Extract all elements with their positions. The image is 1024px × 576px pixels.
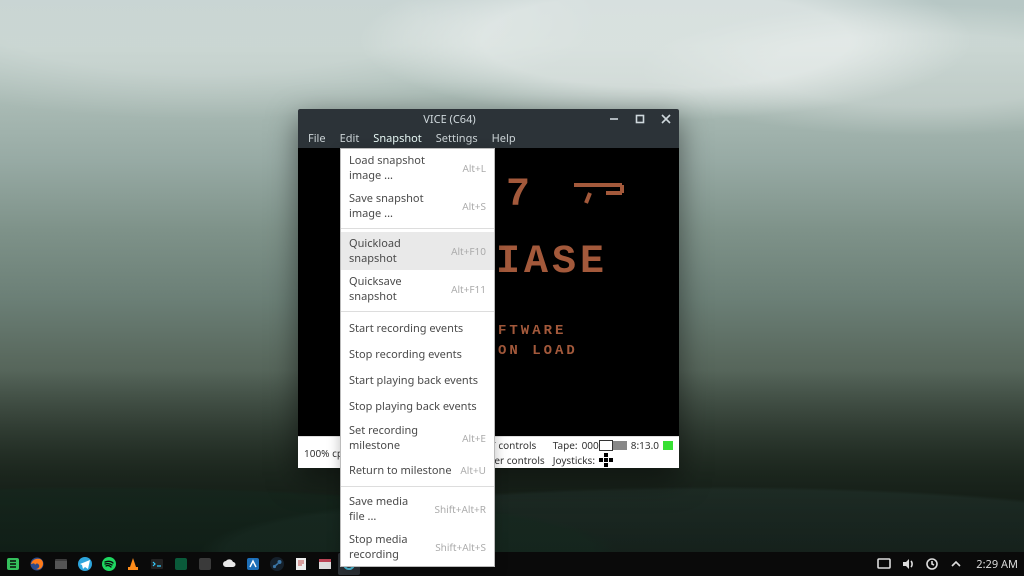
menu-separator — [341, 228, 494, 229]
desktop: VICE (C64) File Edit Snapshot Settings H… — [0, 0, 1024, 576]
close-button[interactable] — [653, 109, 679, 129]
system-tray: 2:29 AM — [876, 552, 1024, 576]
menu-snapshot[interactable]: Snapshot — [367, 129, 427, 148]
menu-edit[interactable]: Edit — [334, 129, 366, 148]
joysticks-status: Joysticks: — [553, 453, 613, 467]
menuitem-stop-playback[interactable]: Stop playing back events — [341, 393, 494, 419]
launcher-vlc[interactable] — [122, 553, 144, 575]
menu-help[interactable]: Help — [486, 129, 522, 148]
menuitem-quickload-snapshot[interactable]: Quickload snapshotAlt+F10 — [341, 232, 494, 270]
tape-box-icon — [599, 440, 613, 451]
tape-progress-icon — [613, 441, 627, 450]
launcher-app-4[interactable] — [314, 553, 336, 575]
launcher-spotify[interactable] — [98, 553, 120, 575]
menuitem-load-snapshot[interactable]: Load snapshot image ...Alt+L — [341, 149, 494, 187]
launcher-cloud[interactable] — [218, 553, 240, 575]
launcher-steam[interactable] — [266, 553, 288, 575]
joystick-indicator-icon — [599, 453, 613, 467]
menu-file[interactable]: File — [302, 129, 332, 148]
joysticks-label: Joysticks: — [553, 453, 595, 467]
menuitem-start-recording[interactable]: Start recording events — [341, 315, 494, 341]
taskbar: 2:29 AM — [0, 552, 1024, 576]
menuitem-save-snapshot[interactable]: Save snapshot image ...Alt+S — [341, 187, 494, 225]
c64-title-fragment-iase: IASE — [496, 240, 608, 285]
snapshot-menu-dropdown: Load snapshot image ...Alt+L Save snapsh… — [340, 148, 495, 567]
menubar: File Edit Snapshot Settings Help — [298, 129, 679, 148]
tape-status: Tape: 000 8:13.0 — [553, 438, 673, 452]
minimize-button[interactable] — [601, 109, 627, 129]
taskbar-launchers — [0, 552, 360, 576]
launcher-files[interactable] — [50, 553, 72, 575]
menu-separator — [341, 311, 494, 312]
launcher-app-1[interactable] — [170, 553, 192, 575]
menu-separator — [341, 486, 494, 487]
maximize-button[interactable] — [627, 109, 653, 129]
tape-led-icon — [663, 441, 673, 450]
tray-chevron-up-icon[interactable] — [948, 556, 964, 572]
menuitem-stop-recording[interactable]: Stop recording events — [341, 341, 494, 367]
launcher-app-2[interactable] — [194, 553, 216, 575]
window-title: VICE (C64) — [298, 112, 601, 127]
menuitem-quicksave-snapshot[interactable]: Quicksave snapshotAlt+F11 — [341, 270, 494, 308]
launcher-telegram[interactable] — [74, 553, 96, 575]
menuitem-stop-media[interactable]: Stop media recordingShift+Alt+S — [341, 528, 494, 566]
tray-updates-icon[interactable] — [924, 556, 940, 572]
launcher-terminal[interactable] — [146, 553, 168, 575]
window-controls — [601, 109, 679, 129]
tape-time: 8:13.0 — [631, 438, 659, 452]
menuitem-return-milestone[interactable]: Return to milestoneAlt+U — [341, 457, 494, 483]
taskbar-clock[interactable]: 2:29 AM — [976, 557, 1018, 572]
launcher-firefox[interactable] — [26, 553, 48, 575]
c64-line-software: FTWARE — [498, 323, 566, 339]
launcher-menu[interactable] — [2, 553, 24, 575]
tray-show-desktop-icon[interactable] — [876, 556, 892, 572]
menuitem-start-playback[interactable]: Start playing back events — [341, 367, 494, 393]
c64-line-onload: ON LOAD — [498, 343, 578, 359]
menu-settings[interactable]: Settings — [430, 129, 484, 148]
launcher-app-3[interactable] — [242, 553, 264, 575]
menuitem-set-milestone[interactable]: Set recording milestoneAlt+E — [341, 419, 494, 457]
tray-volume-icon[interactable] — [900, 556, 916, 572]
vice-window: VICE (C64) File Edit Snapshot Settings H… — [298, 109, 679, 468]
menuitem-save-media[interactable]: Save media file ...Shift+Alt+R — [341, 490, 494, 528]
tape-label: Tape: — [553, 438, 578, 452]
tape-counter: 000 — [582, 438, 599, 452]
launcher-editor[interactable] — [290, 553, 312, 575]
c64-gun-glyph — [572, 179, 632, 219]
titlebar[interactable]: VICE (C64) — [298, 109, 679, 129]
